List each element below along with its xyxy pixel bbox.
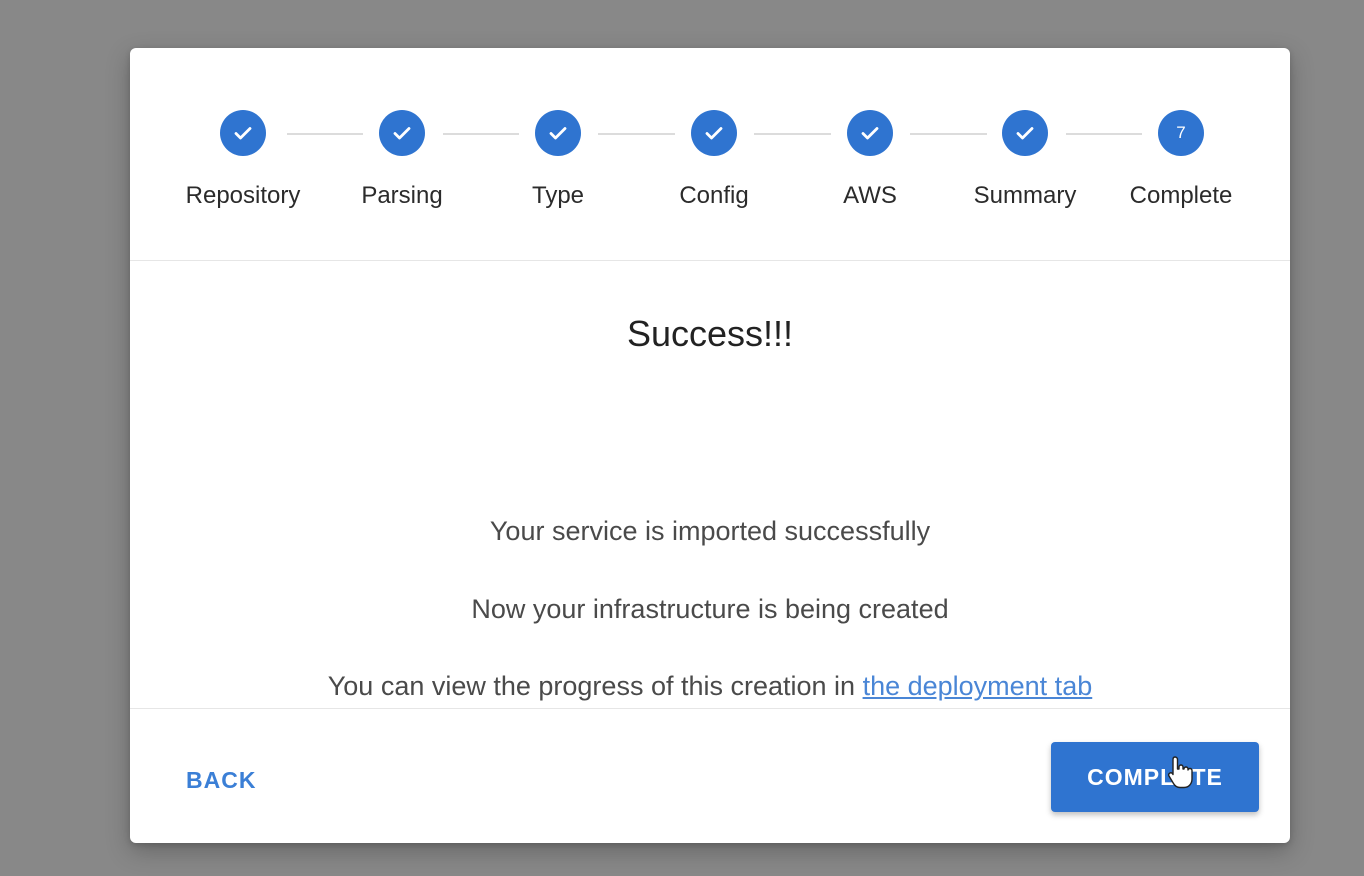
step-label: AWS <box>843 182 897 209</box>
check-icon <box>379 110 425 156</box>
check-icon <box>847 110 893 156</box>
success-title: Success!!! <box>626 313 794 354</box>
check-icon <box>691 110 737 156</box>
step-complete[interactable]: 7 Complete <box>1106 110 1256 210</box>
dialog-content: Success!!! Your service is imported succ… <box>130 261 1290 708</box>
back-button[interactable]: BACK <box>170 759 272 802</box>
stepper: Repository Parsing Type Config AWS Summa… <box>130 48 1290 261</box>
infrastructure-message: Now your infrastructure is being created <box>471 594 949 624</box>
step-summary[interactable]: Summary <box>950 110 1100 210</box>
step-aws[interactable]: AWS <box>795 110 945 210</box>
check-icon <box>535 110 581 156</box>
step-label: Parsing <box>361 182 443 209</box>
step-number-badge: 7 <box>1158 110 1204 156</box>
import-success-message: Your service is imported successfully <box>489 516 931 546</box>
complete-button[interactable]: COMPLETE <box>1051 742 1259 812</box>
step-repository[interactable]: Repository <box>168 110 318 210</box>
check-icon <box>220 110 266 156</box>
step-label: Complete <box>1129 182 1233 209</box>
step-label: Config <box>679 182 749 209</box>
import-service-dialog: Repository Parsing Type Config AWS Summa… <box>130 48 1290 843</box>
progress-message: You can view the progress of this creati… <box>130 671 1290 702</box>
step-label: Repository <box>185 182 301 209</box>
progress-message-text: You can view the progress of this creati… <box>327 671 863 701</box>
step-type[interactable]: Type <box>483 110 633 210</box>
step-label: Summary <box>973 182 1077 209</box>
dialog-footer: BACK COMPLETE <box>130 708 1290 843</box>
step-config[interactable]: Config <box>639 110 789 210</box>
check-icon <box>1002 110 1048 156</box>
step-label: Type <box>531 182 585 209</box>
deployment-tab-link[interactable]: the deployment tab <box>863 671 1093 701</box>
hand-pointer-icon <box>1168 756 1193 789</box>
step-parsing[interactable]: Parsing <box>327 110 477 210</box>
